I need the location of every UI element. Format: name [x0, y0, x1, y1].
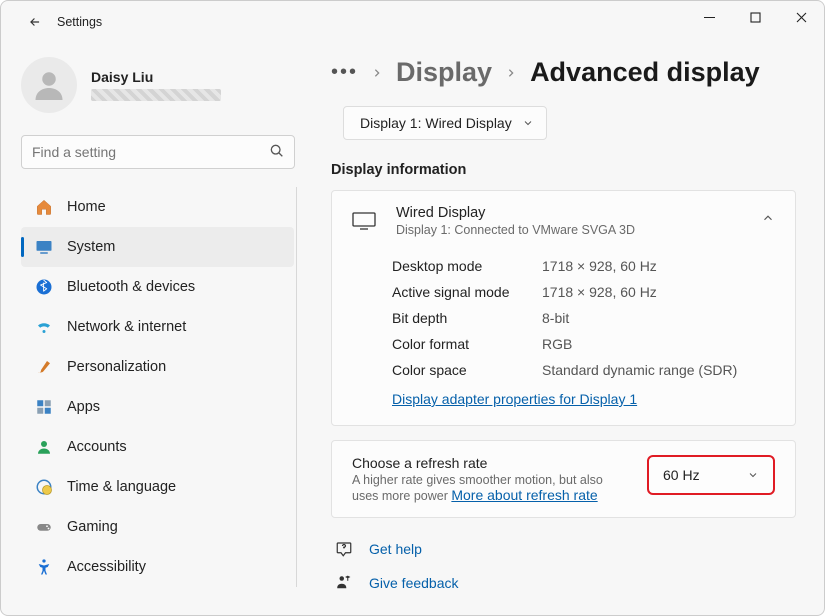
system-icon — [35, 238, 53, 256]
clock-globe-icon — [35, 478, 53, 496]
search-icon — [269, 143, 285, 159]
refresh-rate-dropdown[interactable]: 60 Hz — [647, 455, 775, 495]
refresh-rate-title: Choose a refresh rate — [352, 455, 631, 471]
window-controls — [686, 1, 824, 33]
breadcrumb-overflow-button[interactable]: ••• — [331, 61, 358, 84]
search-input[interactable] — [21, 135, 295, 169]
info-row-desktop-mode: Desktop mode1718 × 928, 60 Hz — [392, 253, 775, 279]
feedback-icon — [335, 574, 353, 592]
profile-name: Daisy Liu — [91, 69, 221, 85]
help-chat-icon — [335, 540, 353, 558]
close-button[interactable] — [778, 1, 824, 33]
titlebar: Settings — [1, 1, 824, 43]
accessibility-icon — [35, 558, 53, 576]
sidebar-item-label: Accessibility — [67, 559, 146, 575]
minimize-button[interactable] — [686, 1, 732, 33]
sidebar-item-label: Home — [67, 199, 106, 215]
back-button[interactable] — [25, 12, 45, 32]
sidebar-item-apps[interactable]: Apps — [21, 387, 294, 427]
give-feedback-label: Give feedback — [369, 575, 459, 591]
sidebar-item-system[interactable]: System — [21, 227, 294, 267]
sidebar-item-label: Gaming — [67, 519, 118, 535]
sidebar-item-label: Bluetooth & devices — [67, 279, 195, 295]
info-row-color-format: Color formatRGB — [392, 331, 775, 357]
get-help-link[interactable]: Get help — [331, 532, 796, 566]
maximize-button[interactable] — [732, 1, 778, 33]
search-box — [21, 135, 295, 169]
sidebar-item-network[interactable]: Network & internet — [21, 307, 294, 347]
chevron-right-icon — [372, 66, 382, 80]
profile-email-redacted — [91, 89, 221, 101]
apps-icon — [35, 398, 53, 416]
nav: Home System Bluetooth & devices Network … — [21, 187, 311, 587]
display-info-header[interactable]: Wired Display Display 1: Connected to VM… — [332, 191, 795, 251]
gamepad-icon — [35, 518, 53, 536]
display-selector-dropdown[interactable]: Display 1: Wired Display — [343, 106, 547, 140]
home-icon — [35, 198, 53, 216]
sidebar-item-home[interactable]: Home — [21, 187, 294, 227]
chevron-right-icon — [506, 66, 516, 80]
section-heading: Display information — [331, 162, 796, 178]
display-selector-value: Display 1: Wired Display — [360, 115, 512, 131]
display-info-subtitle: Display 1: Connected to VMware SVGA 3D — [396, 223, 635, 237]
breadcrumb-current: Advanced display — [530, 57, 760, 88]
refresh-rate-card: Choose a refresh rate A higher rate give… — [331, 440, 796, 518]
sidebar-item-bluetooth[interactable]: Bluetooth & devices — [21, 267, 294, 307]
sidebar-item-label: Network & internet — [67, 319, 186, 335]
info-row-color-space: Color spaceStandard dynamic range (SDR) — [392, 357, 775, 383]
footer-links: Get help Give feedback — [331, 532, 796, 600]
info-row-active-signal: Active signal mode1718 × 928, 60 Hz — [392, 279, 775, 305]
display-info-rows: Desktop mode1718 × 928, 60 Hz Active sig… — [332, 251, 795, 425]
sidebar: Daisy Liu Home System — [1, 43, 311, 616]
breadcrumb-link-display[interactable]: Display — [396, 57, 492, 88]
more-about-refresh-link[interactable]: More about refresh rate — [451, 487, 597, 503]
sidebar-item-label: System — [67, 239, 115, 255]
wifi-icon — [35, 318, 53, 336]
settings-window: Settings Daisy Liu — [0, 0, 825, 616]
display-info-title: Wired Display — [396, 205, 635, 221]
refresh-rate-value: 60 Hz — [663, 467, 700, 483]
sidebar-item-label: Apps — [67, 399, 100, 415]
paintbrush-icon — [35, 358, 53, 376]
chevron-up-icon — [761, 211, 775, 225]
sidebar-item-accounts[interactable]: Accounts — [21, 427, 294, 467]
monitor-icon — [352, 212, 376, 230]
sidebar-item-time[interactable]: Time & language — [21, 467, 294, 507]
sidebar-item-label: Accounts — [67, 439, 127, 455]
main-content: ••• Display Advanced display Display 1: … — [311, 43, 824, 616]
adapter-properties-link[interactable]: Display adapter properties for Display 1 — [392, 391, 637, 407]
refresh-rate-subtitle: A higher rate gives smoother motion, but… — [352, 473, 631, 503]
chevron-down-icon — [747, 469, 759, 481]
sidebar-item-label: Time & language — [67, 479, 176, 495]
get-help-label: Get help — [369, 541, 422, 557]
window-title: Settings — [57, 15, 102, 29]
sidebar-item-gaming[interactable]: Gaming — [21, 507, 294, 547]
chevron-down-icon — [522, 117, 534, 129]
breadcrumb: ••• Display Advanced display — [331, 57, 796, 88]
info-row-bit-depth: Bit depth8-bit — [392, 305, 775, 331]
sidebar-item-label: Personalization — [67, 359, 166, 375]
avatar — [21, 57, 77, 113]
sidebar-item-personalization[interactable]: Personalization — [21, 347, 294, 387]
bluetooth-icon — [35, 278, 53, 296]
profile[interactable]: Daisy Liu — [21, 49, 311, 123]
give-feedback-link[interactable]: Give feedback — [331, 566, 796, 600]
display-info-card: Wired Display Display 1: Connected to VM… — [331, 190, 796, 426]
person-icon — [35, 438, 53, 456]
sidebar-item-accessibility[interactable]: Accessibility — [21, 547, 294, 587]
